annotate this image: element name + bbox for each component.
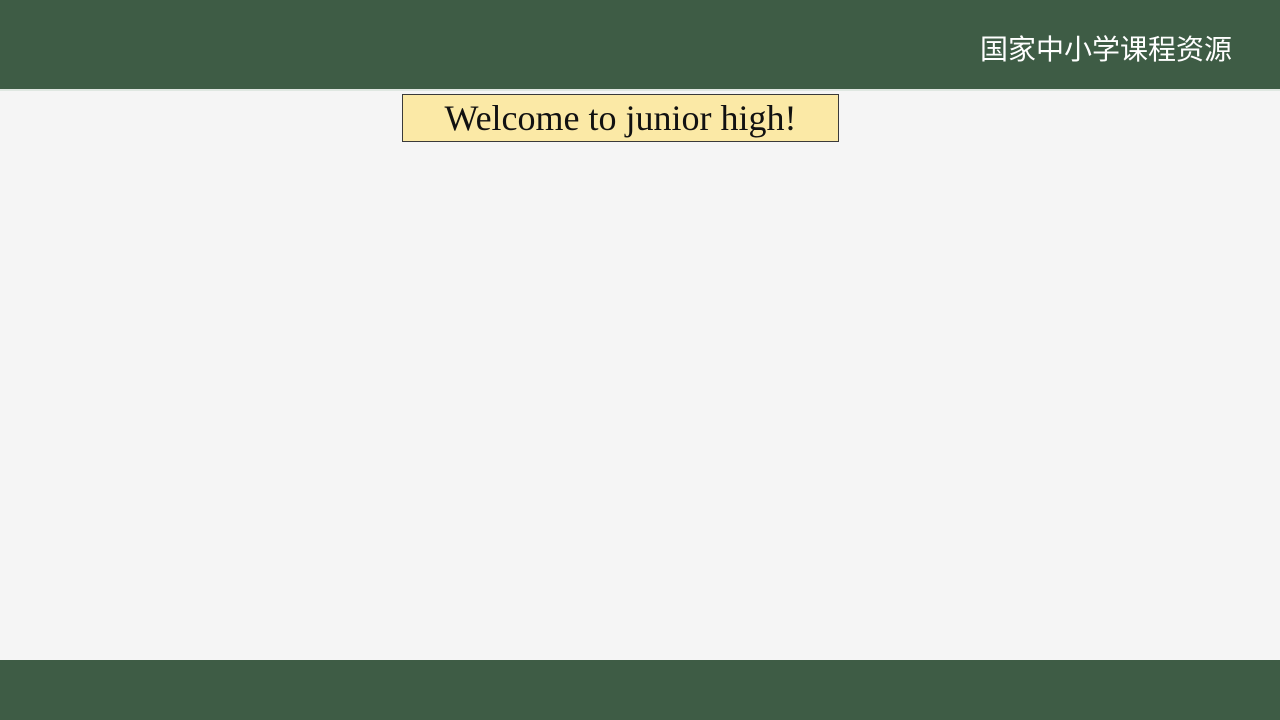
- slide-title: Welcome to junior high!: [444, 98, 797, 138]
- slide-content-area: Welcome to junior high!: [0, 91, 1280, 660]
- bottom-footer-bar: [0, 660, 1280, 720]
- brand-text: 国家中小学课程资源: [979, 33, 1232, 66]
- top-header-bar: 国家中小学课程资源: [0, 0, 1280, 89]
- slide-title-box: Welcome to junior high!: [402, 94, 839, 142]
